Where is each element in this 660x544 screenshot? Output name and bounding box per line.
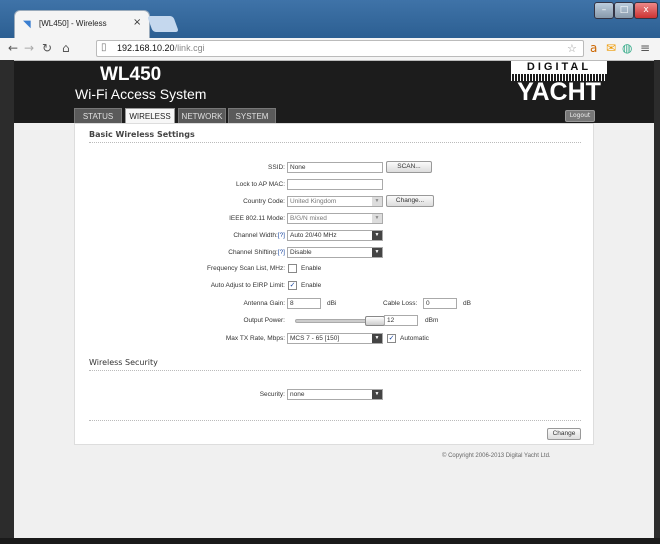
back-icon[interactable]: ← [8,41,18,55]
chevron-down-icon: ▼ [372,231,382,240]
page-header: WL450 Wi-Fi Access System DIGITAL YACHT … [14,61,654,123]
tab-system[interactable]: SYSTEM [228,108,276,123]
frequency-scan-enable-label: Enable [301,265,322,272]
chevron-down-icon: ▼ [372,248,382,257]
cable-loss-label: Cable Loss: [383,300,418,307]
reload-icon[interactable]: ↻ [42,41,52,55]
country-code-label: Country Code: [243,198,285,205]
wifi-icon: ◥ [23,19,31,30]
output-power-slider-handle[interactable] [364,316,385,326]
amazon-extension-icon[interactable]: a [590,41,597,55]
copyright-text: © Copyright 2006-2013 Digital Yacht Ltd. [442,453,551,459]
divider [89,420,581,421]
window-frame [0,60,14,538]
max-tx-rate-select[interactable]: MCS 7 - 65 [150] ▼ [287,333,383,344]
url-text: 192.168.10.20/link.cgi [117,43,205,53]
ssid-label: SSID: [268,164,285,171]
tab-close-icon[interactable]: × [133,17,141,28]
content-panel: Basic Wireless Settings SSID: None SCAN.… [74,123,594,445]
forward-icon[interactable]: → [24,41,34,55]
change-button[interactable]: Change [547,428,581,440]
antenna-gain-label: Antenna Gain: [243,300,285,307]
logo-yacht: YACHT [517,78,601,106]
window-frame [0,538,660,544]
scan-button[interactable]: SCAN... [386,161,432,173]
tab-title: [WL450] - Wireless [39,19,107,28]
address-bar[interactable]: ▯ 192.168.10.20/link.cgi ☆ [96,40,584,57]
antenna-gain-input[interactable]: 8 [287,298,321,309]
product-subtitle: Wi-Fi Access System [75,86,207,102]
max-tx-rate-label: Max TX Rate, Mbps: [225,335,285,342]
eirp-checkbox[interactable]: ✓ [288,281,297,290]
browser-toolbar: ← → ↻ ⌂ ▯ 192.168.10.20/link.cgi ☆ a ✉ ◍… [0,38,660,61]
page-icon: ▯ [101,42,107,53]
frequency-scan-checkbox[interactable] [288,264,297,273]
channel-width-select[interactable]: Auto 20/40 MHz ▼ [287,230,383,241]
extension-icon[interactable]: ✉ [606,41,616,55]
divider [89,142,581,143]
bookmark-star-icon[interactable]: ☆ [567,42,577,55]
chevron-down-icon: ▼ [372,334,382,343]
browser-tab[interactable]: ◥ [WL450] - Wireless × [14,10,150,38]
security-select[interactable]: none ▼ [287,389,383,400]
output-power-unit: dBm [425,317,439,324]
output-power-label: Output Power: [243,317,285,324]
channel-shifting-label: Channel Shifting:[?] [228,249,285,256]
country-code-select[interactable]: United Kingdom ▼ [287,196,383,207]
tab-network[interactable]: NETWORK [178,108,226,123]
channel-width-label: Channel Width:[?] [233,232,285,239]
extension-icon[interactable]: ◍ [622,41,632,55]
chevron-down-icon: ▼ [372,197,382,206]
chevron-down-icon: ▼ [372,214,382,223]
security-label: Security: [259,391,285,398]
home-icon[interactable]: ⌂ [62,41,70,55]
ieee-mode-label: IEEE 802.11 Mode: [229,215,285,222]
section-title: Wireless Security [89,358,158,367]
page-body: WL450 Wi-Fi Access System DIGITAL YACHT … [14,61,654,544]
browser-titlebar: ◥ [WL450] - Wireless × – □ x [0,0,660,38]
window-frame [654,60,660,538]
divider [89,370,581,371]
ieee-mode-select[interactable]: B/G/N mixed ▼ [287,213,383,224]
tab-status[interactable]: STATUS [74,108,122,123]
frequency-scan-label: Frequency Scan List, MHz: [206,265,285,272]
channel-shifting-select[interactable]: Disable ▼ [287,247,383,258]
minimize-button[interactable]: – [594,2,614,19]
product-name: WL450 [100,64,162,85]
new-tab-button[interactable] [147,16,179,32]
cable-loss-unit: dB [463,300,471,307]
logo-digital: DIGITAL [511,61,607,74]
eirp-label: Auto Adjust to EIRP Limit: [210,282,285,289]
maximize-button[interactable]: □ [614,2,634,19]
cable-loss-input[interactable]: 0 [423,298,457,309]
lock-ap-mac-input[interactable] [287,179,383,190]
antenna-gain-unit: dBi [327,300,337,307]
change-country-button[interactable]: Change... [386,195,434,207]
logout-button[interactable]: Logout [565,110,595,122]
lock-ap-mac-label: Lock to AP MAC: [235,181,285,188]
ssid-input[interactable]: None [287,162,383,173]
automatic-rate-checkbox[interactable]: ✓ [387,334,396,343]
tab-wireless[interactable]: WIRELESS [125,108,175,123]
section-title: Basic Wireless Settings [89,130,195,139]
close-window-button[interactable]: x [634,2,658,19]
eirp-enable-label: Enable [301,282,322,289]
output-power-input[interactable]: 12 [384,315,418,326]
menu-icon[interactable]: ≡ [640,41,650,55]
automatic-rate-label: Automatic [400,335,429,342]
chevron-down-icon: ▼ [372,390,382,399]
